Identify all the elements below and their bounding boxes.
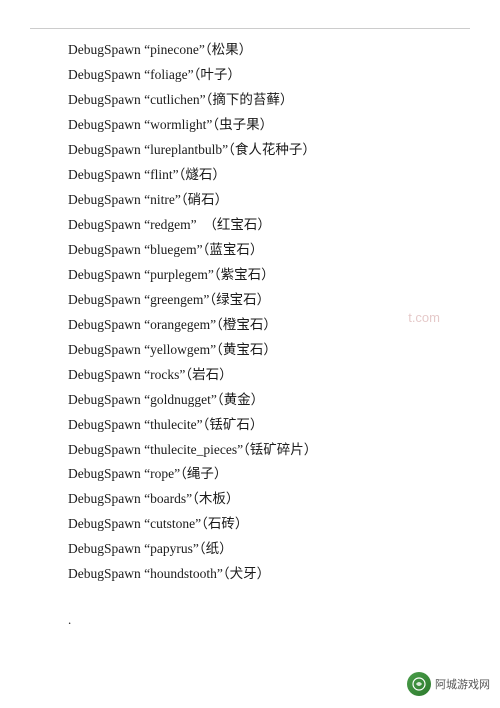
list-item: DebugSpawn “bluegem”（蓝宝石） <box>68 238 480 263</box>
list-item: DebugSpawn “thulecite_pieces”（铥矿碎片） <box>68 438 480 463</box>
list-item: DebugSpawn “yellowgem”（黄宝石） <box>68 338 480 363</box>
list-item: DebugSpawn “cutlichen”（摘下的苔藓） <box>68 88 480 113</box>
list-item: DebugSpawn “lureplantbulb”（食人花种子） <box>68 138 480 163</box>
list-item: DebugSpawn “flint”（燧石） <box>68 163 480 188</box>
list-item: DebugSpawn “nitre”（硝石） <box>68 188 480 213</box>
footer-logo: 阿城游戏网 <box>407 672 490 696</box>
footer-site-name: 阿城游戏网 <box>435 676 490 692</box>
list-item: DebugSpawn “orangegem”（橙宝石） <box>68 313 480 338</box>
list-item: DebugSpawn “goldnugget”（黄金） <box>68 388 480 413</box>
list-item: DebugSpawn “boards”（木板） <box>68 487 480 512</box>
list-item: DebugSpawn “pinecone”（松果） <box>68 38 480 63</box>
list-item: DebugSpawn “purplegem”（紫宝石） <box>68 263 480 288</box>
list-item: DebugSpawn “cutstone”（石砖） <box>68 512 480 537</box>
list-item: DebugSpawn “thulecite”（铥矿石） <box>68 413 480 438</box>
list-item: DebugSpawn “redgem” （红宝石） <box>68 213 480 238</box>
list-item: DebugSpawn “foliage”（叶子） <box>68 63 480 88</box>
list-item: DebugSpawn “rocks”（岩石） <box>68 363 480 388</box>
list-item: DebugSpawn “houndstooth”（犬牙） <box>68 562 480 587</box>
list-item: DebugSpawn “wormlight”（虫子果） <box>68 113 480 138</box>
list-item: DebugSpawn “greengem”（绿宝石） <box>68 288 480 313</box>
content-area: DebugSpawn “pinecone”（松果）DebugSpawn “fol… <box>68 38 480 587</box>
list-item: DebugSpawn “papyrus”（纸） <box>68 537 480 562</box>
list-item: DebugSpawn “rope”（绳子） <box>68 462 480 487</box>
dot-marker: . <box>68 612 71 628</box>
top-divider <box>30 28 470 29</box>
logo-icon <box>407 672 431 696</box>
